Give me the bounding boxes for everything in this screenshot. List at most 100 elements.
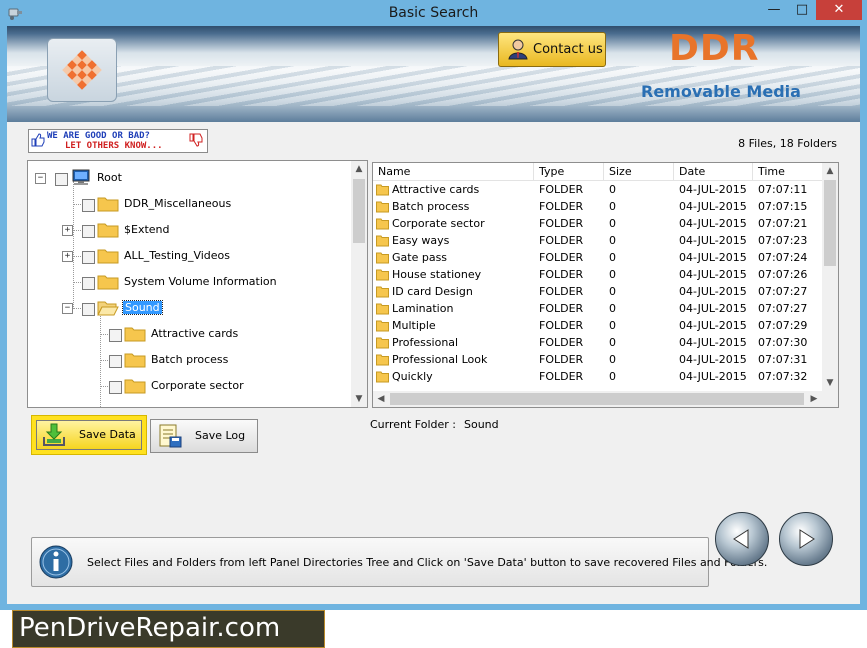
scroll-up-arrow-icon[interactable]: ▲ <box>822 163 838 179</box>
contact-us-button[interactable]: Contact us <box>498 32 606 67</box>
column-header-time[interactable]: Time <box>753 163 822 180</box>
folder-icon <box>376 201 389 213</box>
tree-checkbox[interactable] <box>109 355 122 368</box>
tree-checkbox[interactable] <box>55 173 68 186</box>
tree-checkbox[interactable] <box>82 225 95 238</box>
tree-node-sound[interactable]: − Sound <box>28 298 348 320</box>
checker-logo-icon <box>62 50 102 90</box>
tree-node-corporate-sector[interactable]: Corporate sector <box>28 376 348 398</box>
folder-icon <box>376 303 389 315</box>
cell-date: 04-JUL-2015 <box>679 336 747 349</box>
expand-toggle[interactable]: + <box>62 251 73 262</box>
cell-type: FOLDER <box>539 285 584 298</box>
cell-name: Batch process <box>392 200 470 213</box>
tree-label-selected: Sound <box>122 300 163 315</box>
scroll-down-arrow-icon[interactable]: ▼ <box>822 375 838 391</box>
cell-type: FOLDER <box>539 353 584 366</box>
cell-time: 07:07:29 <box>758 319 808 332</box>
info-icon <box>39 545 73 579</box>
list-item[interactable]: Professional Look FOLDER 0 04-JUL-2015 07:07… <box>373 351 822 368</box>
title-bar: Basic Search — □ ✕ <box>0 0 867 26</box>
folder-icon <box>376 235 389 247</box>
tree-node-ddr-miscellaneous[interactable]: DDR_Miscellaneous <box>28 194 348 216</box>
list-item[interactable]: Gate pass FOLDER 0 04-JUL-2015 07:07:24 <box>373 249 822 266</box>
collapse-toggle[interactable]: − <box>62 303 73 314</box>
directory-tree[interactable]: − Root DDR_Miscellaneous + $Extend + ALL… <box>27 160 368 408</box>
cell-type: FOLDER <box>539 200 584 213</box>
tree-node-system-volume-information[interactable]: System Volume Information <box>28 272 348 294</box>
cell-date: 04-JUL-2015 <box>679 268 747 281</box>
next-button[interactable] <box>779 512 833 566</box>
download-icon <box>43 423 65 446</box>
scroll-right-arrow-icon[interactable]: ▶ <box>806 391 822 407</box>
cell-size: 0 <box>609 370 616 383</box>
folder-icon <box>124 327 146 342</box>
list-item[interactable]: Batch process FOLDER 0 04-JUL-2015 07:07:15 <box>373 198 822 215</box>
cell-type: FOLDER <box>539 302 584 315</box>
list-item[interactable]: Attractive cards FOLDER 0 04-JUL-2015 07:07:… <box>373 181 822 198</box>
maximize-button[interactable]: □ <box>788 0 816 20</box>
column-header-size[interactable]: Size <box>604 163 674 180</box>
tree-checkbox[interactable] <box>109 329 122 342</box>
expand-toggle[interactable]: + <box>62 225 73 236</box>
cell-size: 0 <box>609 268 616 281</box>
tree-node-attractive-cards[interactable]: Attractive cards <box>28 324 348 346</box>
list-item[interactable]: ID card Design FOLDER 0 04-JUL-2015 07:07:27 <box>373 283 822 300</box>
tree-label: Attractive cards <box>151 327 239 340</box>
cell-date: 04-JUL-2015 <box>679 285 747 298</box>
tree-node-batch-process[interactable]: Batch process <box>28 350 348 372</box>
cell-size: 0 <box>609 217 616 230</box>
cell-size: 0 <box>609 251 616 264</box>
list-horizontal-scrollbar[interactable]: ◀ ▶ <box>373 391 822 407</box>
cell-name: Professional Look <box>392 353 488 366</box>
cell-type: FOLDER <box>539 251 584 264</box>
tree-label: System Volume Information <box>124 275 277 288</box>
list-item[interactable]: Quickly FOLDER 0 04-JUL-2015 07:07:32 <box>373 368 822 385</box>
scroll-down-arrow-icon[interactable]: ▼ <box>351 391 367 407</box>
cell-name: Easy ways <box>392 234 450 247</box>
cell-name: Gate pass <box>392 251 448 264</box>
list-item[interactable]: House stationey FOLDER 0 04-JUL-2015 07:07:2… <box>373 266 822 283</box>
save-data-button[interactable]: Save Data <box>31 415 147 455</box>
list-item[interactable]: Multiple FOLDER 0 04-JUL-2015 07:07:29 <box>373 317 822 334</box>
scroll-up-arrow-icon[interactable]: ▲ <box>351 161 367 177</box>
save-log-label: Save Log <box>195 429 246 442</box>
tree-checkbox[interactable] <box>82 251 95 264</box>
scroll-thumb[interactable] <box>390 393 804 405</box>
list-item[interactable]: Lamination FOLDER 0 04-JUL-2015 07:07:27 <box>373 300 822 317</box>
status-bar: Select Files and Folders from left Panel… <box>31 537 767 587</box>
minimize-button[interactable]: — <box>760 0 788 20</box>
tree-node-extend[interactable]: + $Extend <box>28 220 348 242</box>
list-item[interactable]: Professional FOLDER 0 04-JUL-2015 07:07:30 <box>373 334 822 351</box>
tree-label: $Extend <box>124 223 170 236</box>
tree-checkbox[interactable] <box>109 381 122 394</box>
cell-name: Attractive cards <box>392 183 480 196</box>
cell-size: 0 <box>609 353 616 366</box>
tree-checkbox[interactable] <box>82 277 95 290</box>
save-log-button[interactable]: Save Log <box>150 419 258 453</box>
back-button[interactable] <box>715 512 769 566</box>
scroll-thumb[interactable] <box>824 180 836 266</box>
column-header-name[interactable]: Name <box>373 163 534 180</box>
current-folder: Current Folder : Sound <box>370 418 499 431</box>
cell-date: 04-JUL-2015 <box>679 183 747 196</box>
collapse-toggle[interactable]: − <box>35 173 46 184</box>
list-item[interactable]: Corporate sector FOLDER 0 04-JUL-2015 07:07:… <box>373 215 822 232</box>
list-item[interactable]: Easy ways FOLDER 0 04-JUL-2015 07:07:23 <box>373 232 822 249</box>
tree-node-root[interactable]: − Root <box>28 168 348 190</box>
file-list[interactable]: Name Type Size Date Time Attractive card… <box>372 162 839 408</box>
tree-vertical-scrollbar[interactable]: ▲ ▼ <box>351 161 367 407</box>
column-header-type[interactable]: Type <box>534 163 604 180</box>
scroll-left-arrow-icon[interactable]: ◀ <box>373 391 389 407</box>
thumb-down-icon <box>189 133 203 147</box>
cell-name: House stationey <box>392 268 482 281</box>
scroll-thumb[interactable] <box>353 179 365 243</box>
feedback-button[interactable]: WE ARE GOOD OR BAD? LET OTHERS KNOW... <box>28 129 208 153</box>
tree-node-all-testing-videos[interactable]: + ALL_Testing_Videos <box>28 246 348 268</box>
close-button[interactable]: ✕ <box>816 0 862 20</box>
list-vertical-scrollbar[interactable]: ▲ ▼ <box>822 163 838 391</box>
column-header-date[interactable]: Date <box>674 163 753 180</box>
tree-checkbox[interactable] <box>82 199 95 212</box>
tree-checkbox[interactable] <box>82 303 95 316</box>
item-count: 8 Files, 18 Folders <box>738 137 837 150</box>
